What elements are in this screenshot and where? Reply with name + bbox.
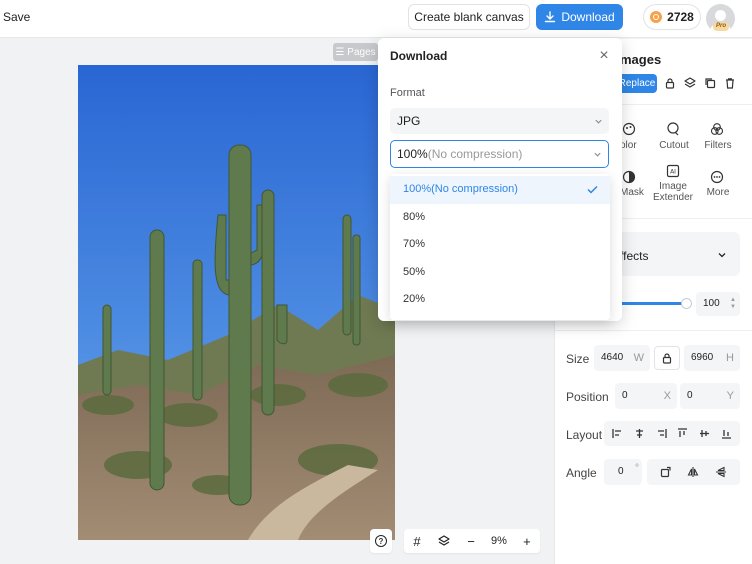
lock-icon [662, 353, 672, 364]
help-icon: ? [375, 535, 387, 547]
quality-option[interactable]: 80% [390, 204, 610, 232]
pages-label: Pages [347, 46, 376, 58]
opacity-slider-track[interactable] [620, 302, 686, 305]
align-center-horizontal-icon[interactable] [634, 428, 645, 439]
stepper-icon: ▲ ▼ [730, 297, 736, 310]
layers-icon[interactable] [437, 534, 451, 548]
format-value: JPG [397, 114, 421, 128]
angle-field[interactable]: 0 ° [604, 459, 642, 485]
width-value: 4640 [601, 352, 624, 363]
quality-option[interactable]: 20% [390, 286, 610, 314]
canvas-image[interactable] [78, 65, 395, 540]
align-right-icon[interactable] [656, 428, 667, 439]
width-unit: W [633, 352, 644, 364]
image-extender-icon[interactable]: AI [666, 164, 680, 178]
list-icon: ☰ [335, 46, 345, 58]
chevron-down-icon [718, 253, 726, 258]
close-icon[interactable]: × [597, 48, 611, 64]
color-icon[interactable] [622, 122, 636, 136]
opacity-slider-handle[interactable] [681, 298, 692, 309]
align-top-icon[interactable] [677, 428, 688, 439]
angle-unit: ° [635, 463, 639, 474]
format-label: Format [390, 87, 425, 99]
filters-icon[interactable] [710, 122, 724, 136]
grid-icon[interactable]: # [410, 534, 424, 549]
quality-option[interactable]: 50% [390, 259, 610, 287]
replace-button[interactable]: Replace [617, 74, 657, 93]
size-label: Size [566, 352, 590, 366]
tool-more-label: More [706, 187, 730, 198]
top-bar [0, 0, 752, 38]
height-value: 6960 [691, 352, 714, 363]
coin-icon [650, 11, 663, 23]
tool-filters-label: Filters [704, 140, 732, 151]
download-icon [545, 11, 556, 23]
download-button-label: Download [561, 10, 615, 24]
panel-title: mages [620, 52, 662, 67]
download-button[interactable]: Download [536, 4, 623, 30]
cutout-icon[interactable] [666, 122, 680, 136]
position-label: Position [566, 390, 609, 404]
position-x-value: 0 [622, 390, 628, 401]
zoom-in-button[interactable]: + [520, 534, 534, 549]
create-blank-canvas-button[interactable]: Create blank canvas [408, 4, 530, 30]
angle-label: Angle [566, 466, 597, 480]
quality-option[interactable]: 100%(No compression) [390, 176, 610, 204]
quality-option[interactable]: 70% [390, 231, 610, 259]
quality-select[interactable]: 100%(No compression) [390, 140, 609, 168]
coin-balance[interactable]: 2728 [643, 4, 701, 30]
aspect-lock-button[interactable] [654, 346, 680, 370]
tool-color-label: olor [620, 140, 637, 151]
rotate-icon[interactable] [660, 466, 672, 478]
pro-badge: Pro [713, 22, 730, 31]
flip-horizontal-icon[interactable] [687, 466, 699, 478]
height-unit: H [726, 352, 734, 364]
dialog-title: Download [390, 49, 448, 63]
layout-align-group [604, 421, 740, 446]
quality-value: 100% [397, 147, 428, 161]
position-x-unit: X [663, 390, 671, 402]
position-y-value: 0 [687, 390, 693, 401]
position-y-field[interactable]: 0 Y [680, 383, 740, 409]
check-icon [587, 185, 598, 194]
opacity-value: 100 [703, 298, 720, 309]
quality-dropdown-menu: 100%(No compression) 80% 70% 50% 20% [390, 174, 610, 320]
quality-note: (No compression) [427, 147, 523, 161]
zoom-out-button[interactable]: − [464, 534, 478, 549]
opacity-input[interactable]: 100 ▲ ▼ [696, 292, 740, 316]
position-x-field[interactable]: 0 X [615, 383, 677, 409]
effects-label: ffects [620, 249, 649, 263]
pages-button[interactable]: ☰ Pages [333, 43, 378, 61]
panel-divider [555, 330, 752, 331]
position-y-unit: Y [726, 390, 734, 402]
rotate-flip-group [647, 459, 740, 485]
zoom-level: 9% [491, 535, 507, 547]
chevron-down-icon [594, 152, 601, 157]
canvas-toolbar: # − 9% + [404, 529, 540, 553]
layers-icon[interactable] [684, 77, 696, 89]
mask-icon[interactable] [622, 170, 636, 184]
align-bottom-icon[interactable] [721, 428, 732, 439]
tool-mask-label: Mask [620, 187, 644, 198]
tool-image-extender-label: Image Extender [652, 181, 694, 203]
flip-vertical-icon[interactable] [715, 466, 727, 478]
chevron-down-icon [595, 119, 602, 124]
format-select[interactable]: JPG [390, 108, 609, 134]
align-middle-vertical-icon[interactable] [699, 428, 710, 439]
save-button[interactable]: Save [3, 10, 30, 24]
layout-label: Layout [566, 428, 603, 442]
help-button[interactable]: ? [370, 529, 392, 553]
svg-text:AI: AI [670, 169, 676, 176]
coin-count: 2728 [667, 10, 694, 24]
more-icon[interactable] [710, 170, 724, 184]
align-left-icon[interactable] [612, 428, 623, 439]
width-field[interactable]: 4640 W [594, 345, 650, 371]
duplicate-icon[interactable] [704, 77, 716, 89]
trash-icon[interactable] [724, 77, 736, 89]
height-field[interactable]: 6960 H [684, 345, 740, 371]
angle-value: 0 [618, 466, 624, 477]
saguaro-photo [78, 65, 395, 540]
lock-icon[interactable] [664, 77, 676, 89]
tool-cutout-label: Cutout [659, 140, 689, 151]
